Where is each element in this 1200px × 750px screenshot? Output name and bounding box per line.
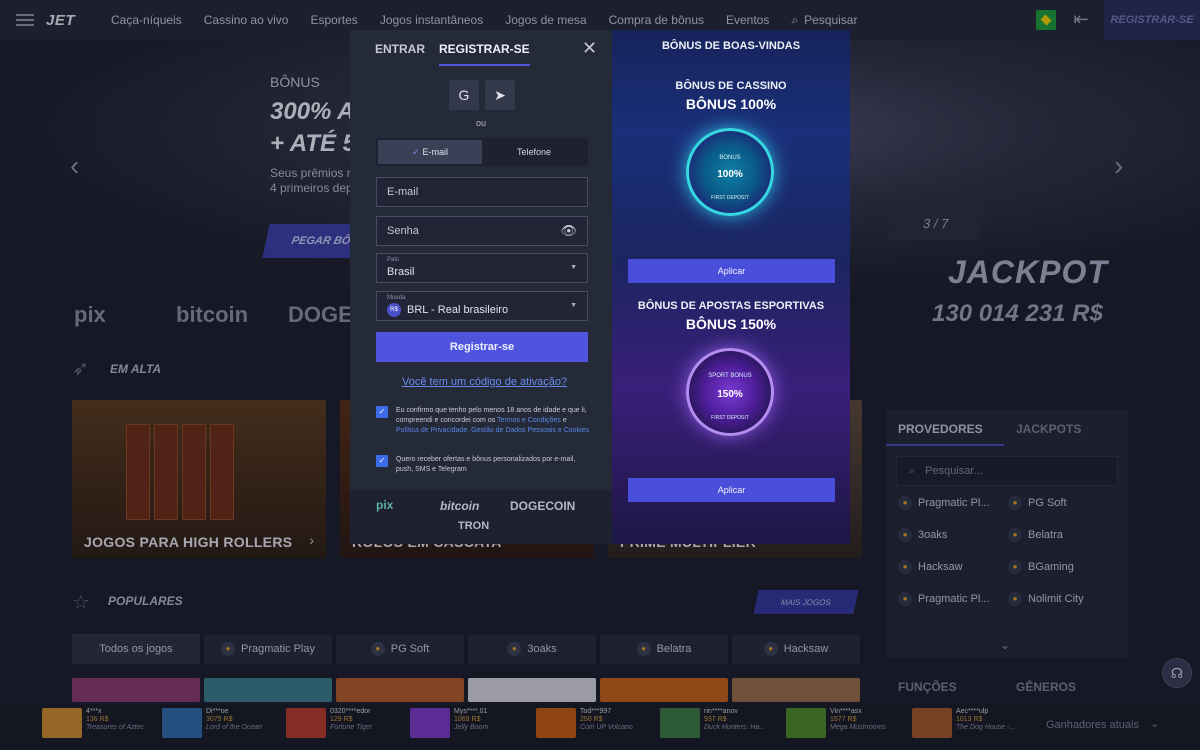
tab-login[interactable]: ENTRAR <box>375 42 425 66</box>
pix-logo: pix <box>376 498 394 512</box>
badge-ring-label: FIRST DEPOSIT <box>711 195 749 201</box>
apply-casino-bonus-button[interactable]: Aplicar <box>628 259 835 283</box>
marketing-checkbox[interactable]: ✓ <box>376 455 388 467</box>
method-email[interactable]: ✓ E-mail <box>378 140 482 164</box>
tron-logo: TRON <box>458 520 490 532</box>
badge-percent: 150% <box>717 389 743 400</box>
signup-method-toggle: ✓ E-mail Telefone <box>376 138 588 166</box>
marketing-text: Quero receber ofertas e bônus personaliz… <box>396 456 576 473</box>
country-label: País <box>387 257 400 263</box>
google-login-icon[interactable]: G <box>449 80 479 110</box>
terms-link[interactable]: Termos e Condições <box>497 417 561 424</box>
country-value: Brasil <box>387 266 415 278</box>
country-select[interactable]: País Brasil ▼ <box>376 253 588 283</box>
close-icon[interactable]: ✕ <box>582 38 597 59</box>
tab-register[interactable]: REGISTRAR-SE <box>439 42 530 66</box>
privacy-link[interactable]: Política de Privacidade, Gestão de Dados… <box>396 427 589 434</box>
welcome-bonus-title: BÔNUS DE BOAS-VINDAS <box>661 40 801 52</box>
consent-and: e <box>562 417 567 424</box>
currency-label: Moeda <box>387 295 406 301</box>
check-icon: ✓ <box>411 146 420 157</box>
casino-bonus-caption: BÔNUS DE CASSINO <box>675 80 787 92</box>
register-submit-button[interactable]: Registrar-se <box>376 332 588 362</box>
dropdown-arrow-icon: ▼ <box>570 302 577 309</box>
badge-ring-label: FIRST DEPOSIT <box>711 415 749 421</box>
badge-top-label: BONUS <box>719 155 741 161</box>
password-field[interactable]: Senha 👁 <box>376 216 588 246</box>
show-password-icon[interactable]: 👁 <box>560 223 577 239</box>
dogecoin-logo: DOGECOIN <box>510 499 576 513</box>
email-field[interactable]: E-mail <box>376 177 588 207</box>
casino-bonus-value: BÔNUS 100% <box>685 96 777 112</box>
welcome-bonus-panel: BÔNUS DE BOAS-VINDAS BÔNUS DE CASSINO BÔ… <box>612 30 850 544</box>
bitcoin-logo: bitcoin <box>440 499 480 513</box>
sport-bonus-caption: BÔNUS DE APOSTAS ESPORTIVAS <box>637 300 825 312</box>
method-phone[interactable]: Telefone <box>482 140 586 164</box>
currency-value: BRL - Real brasileiro <box>407 304 509 316</box>
dropdown-arrow-icon: ▼ <box>570 264 577 271</box>
age-terms-checkbox[interactable]: ✓ <box>376 406 388 418</box>
telegram-login-icon[interactable]: ➤ <box>485 80 515 110</box>
badge-percent: 100% <box>717 169 743 180</box>
sport-bonus-value: BÔNUS 150% <box>685 316 777 332</box>
password-placeholder: Senha <box>387 225 419 237</box>
casino-bonus-badge: BONUS 100% FIRST DEPOSIT <box>686 128 774 216</box>
method-email-label: E-mail <box>422 147 449 157</box>
email-placeholder: E-mail <box>387 186 419 198</box>
registration-form-panel: ENTRAR REGISTRAR-SE ✕ G ➤ ou ✓ E-mail Tel… <box>350 30 612 544</box>
currency-icon: R$ <box>387 303 401 317</box>
currency-select[interactable]: Moeda R$ BRL - Real brasileiro ▼ <box>376 291 588 321</box>
age-terms-text: Eu confirmo que tenho pelo menos 18 anos… <box>396 406 590 436</box>
badge-top-label: SPORT BONUS <box>708 373 752 379</box>
sport-bonus-badge: SPORT BONUS 150% FIRST DEPOSIT <box>686 348 774 436</box>
activation-code-link[interactable]: Você tem um código de ativação? <box>402 376 567 388</box>
auth-tabs: ENTRAR REGISTRAR-SE <box>375 42 530 66</box>
method-phone-label: Telefone <box>516 147 552 157</box>
payment-methods-footer: pix bitcoin DOGECOIN TRON <box>350 490 612 544</box>
or-divider: ou <box>476 118 487 128</box>
apply-sport-bonus-button[interactable]: Aplicar <box>628 478 835 502</box>
